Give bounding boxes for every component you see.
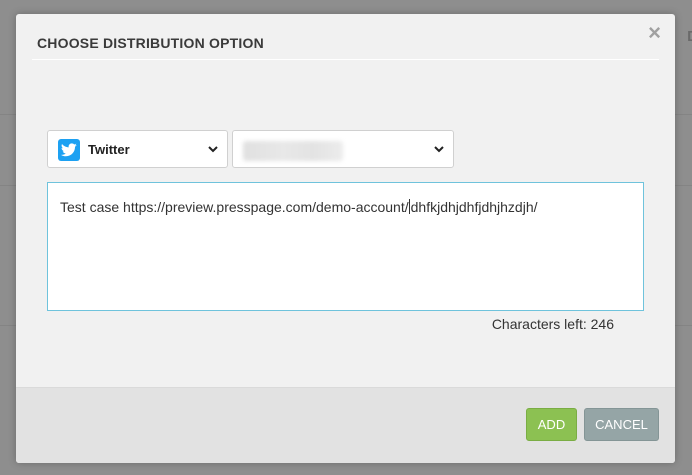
- modal-title: CHOOSE DISTRIBUTION OPTION: [37, 35, 264, 51]
- chevron-down-icon: [208, 146, 218, 153]
- message-text-before-caret: Test case https://preview.presspage.com/…: [60, 199, 409, 215]
- message-textarea[interactable]: Test case https://preview.presspage.com/…: [47, 182, 644, 311]
- text-caret: [408, 199, 410, 214]
- chevron-down-icon: [434, 146, 444, 153]
- cancel-button[interactable]: CANCEL: [584, 408, 659, 441]
- add-button[interactable]: ADD: [526, 408, 577, 441]
- backdrop-partial-text: D: [687, 28, 692, 45]
- twitter-icon: [58, 139, 80, 161]
- network-select[interactable]: Twitter: [47, 130, 228, 168]
- characters-left-label: Characters left:: [491, 316, 587, 332]
- account-select-value-redacted: [243, 141, 343, 161]
- distribution-modal: CHOOSE DISTRIBUTION OPTION × Twitter Tes…: [16, 14, 675, 463]
- account-select[interactable]: [232, 130, 454, 168]
- characters-left-count: 246: [590, 316, 614, 332]
- characters-left: Characters left: 246: [492, 316, 614, 332]
- message-text-after-caret: dhfkjdhjdhfjdhjhzdjh/: [410, 199, 538, 215]
- close-icon[interactable]: ×: [648, 22, 661, 44]
- header-divider: [32, 59, 659, 60]
- modal-footer: ADD CANCEL: [16, 387, 675, 463]
- network-select-value: Twitter: [88, 142, 130, 157]
